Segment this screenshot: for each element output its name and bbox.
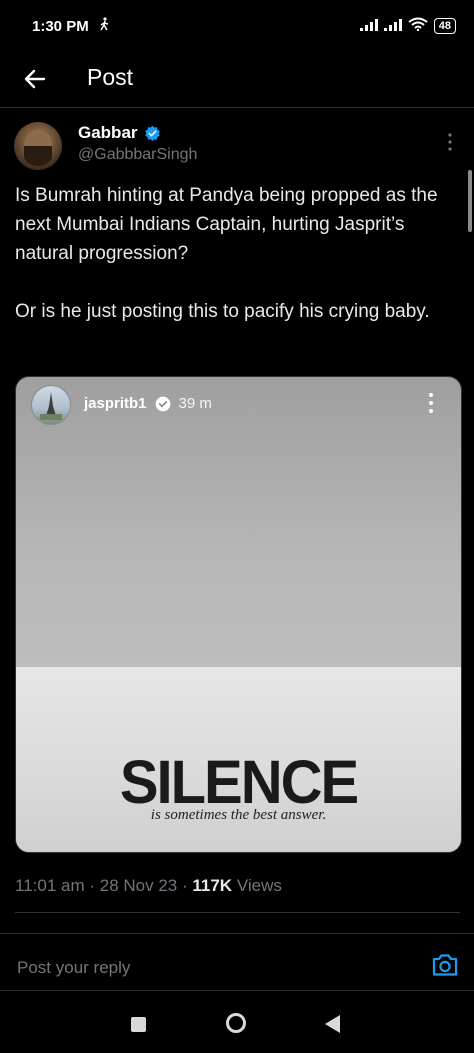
post-text: Is Bumrah hinting at Pandya being proppe… xyxy=(15,185,438,322)
status-right: 48 xyxy=(359,17,456,35)
author-name-row[interactable]: Gabbar xyxy=(78,123,161,143)
image-subline: is sometimes the best answer. xyxy=(150,807,327,823)
meta-separator: · xyxy=(89,876,100,895)
signal-icon-2 xyxy=(383,18,402,35)
avatar-beard xyxy=(24,146,52,166)
wifi-icon xyxy=(408,17,428,35)
page-title: Post xyxy=(87,64,134,90)
author-handle[interactable]: @GabbbarSingh xyxy=(78,146,197,164)
reply-input[interactable] xyxy=(15,955,409,981)
more-vertical-icon xyxy=(448,133,452,151)
views-label: Views xyxy=(236,876,282,895)
scrollbar[interactable] xyxy=(468,170,472,232)
status-time: 1:30 PM xyxy=(32,17,89,35)
meta-separator: · xyxy=(181,876,193,895)
reply-bottom-divider xyxy=(0,990,474,991)
image-more-icon xyxy=(422,391,440,415)
walking-icon xyxy=(99,17,111,35)
signal-icon xyxy=(359,18,378,35)
verified-badge-icon xyxy=(144,125,160,141)
post-more-button[interactable] xyxy=(440,132,460,152)
status-bar: 1:30 PM 48 xyxy=(0,0,474,52)
battery-indicator: 48 xyxy=(433,18,456,34)
author-name: Gabbar xyxy=(78,123,138,142)
post-image[interactable]: jaspritb1 39 m SILENCE is sometimes the … xyxy=(15,376,462,853)
home-button[interactable] xyxy=(226,1013,246,1033)
author-avatar[interactable] xyxy=(14,122,62,170)
arrow-left-icon xyxy=(24,69,46,89)
post-time: 11:01 am xyxy=(15,876,85,895)
status-left: 1:30 PM xyxy=(32,17,111,35)
views-count: 117K xyxy=(192,876,233,895)
recent-apps-button[interactable] xyxy=(131,1017,146,1032)
top-app-bar: Post xyxy=(0,52,474,108)
post-meta: 11:01 am · 28 Nov 23 · 117K Views xyxy=(15,876,282,896)
camera-button[interactable] xyxy=(431,952,459,978)
post-date: 28 Nov 23 xyxy=(99,876,178,895)
reply-top-divider xyxy=(0,933,474,934)
post-screen: 1:30 PM 48 Post Gabbar @GabbbarSingh Is … xyxy=(0,0,474,1053)
poster-avatar xyxy=(31,385,71,425)
poster-name: jaspritb1 xyxy=(84,395,147,412)
poster-time: 39 m xyxy=(178,395,212,412)
header-divider xyxy=(0,107,474,108)
meta-divider xyxy=(15,912,460,913)
verified-badge-icon xyxy=(155,396,170,411)
poster-name-row: jaspritb1 39 m xyxy=(84,395,212,412)
system-back-button[interactable] xyxy=(325,1015,340,1033)
back-button[interactable] xyxy=(18,62,52,96)
camera-icon xyxy=(432,954,458,976)
